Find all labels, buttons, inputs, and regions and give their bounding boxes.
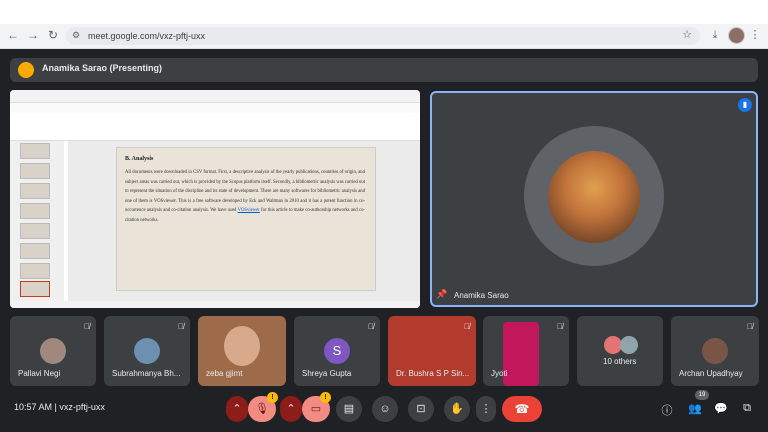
presenting-label: Anamika Sarao (Presenting) <box>42 63 163 73</box>
audio-options-button[interactable]: ⌃ <box>226 396 248 422</box>
mic-off-icon: 🎙̸ <box>84 322 90 331</box>
mic-off-icon: 🎙̸ <box>464 322 470 331</box>
people-icon[interactable]: 👥 <box>688 402 702 415</box>
participant-name: Shreya Gupta <box>302 369 352 378</box>
slide-thumbnail <box>20 223 50 239</box>
chevron-up-icon: ⌃ <box>286 403 296 415</box>
raise-hand-button[interactable]: ✋ <box>444 396 470 422</box>
slide-thumbnail <box>20 243 50 259</box>
current-slide: B. Analysis All documents were downloade… <box>116 147 376 291</box>
captions-icon: ▤ <box>343 403 355 415</box>
slide-thumbnail <box>20 263 50 279</box>
slide-thumbnail <box>20 203 50 219</box>
others-tile[interactable]: 10 others <box>577 316 663 386</box>
chat-icon[interactable]: 💬 <box>714 402 728 415</box>
others-count: 10 others <box>603 357 637 366</box>
pin-icon[interactable]: 📌 <box>436 289 447 300</box>
slide-thumbnails <box>10 141 64 301</box>
participant-name: Jyoti <box>491 369 508 378</box>
participant-name: Dr. Bushra S P Sin... <box>396 369 470 378</box>
captions-button[interactable]: ▤ <box>336 396 362 422</box>
slide-canvas: B. Analysis All documents were downloade… <box>68 141 420 301</box>
browser-tabstrip <box>0 0 768 24</box>
mic-off-icon: 🎙̸ <box>747 322 753 331</box>
participant-tile[interactable]: 🎙̸ Subrahmanya Bh... <box>104 316 190 386</box>
url-text: meet.google.com/vxz-pftj-uxx <box>88 31 206 41</box>
hand-icon: ✋ <box>450 403 464 415</box>
activities-icon[interactable]: ⧉ <box>740 402 754 415</box>
emoji-icon: ☺ <box>379 403 391 415</box>
shared-screen[interactable]: B. Analysis All documents were downloade… <box>10 90 420 308</box>
mic-off-icon: 🎙 <box>255 403 269 415</box>
camera-off-icon: ▭ <box>310 403 322 415</box>
presenting-banner: Anamika Sarao (Presenting) <box>10 58 758 82</box>
present-icon: ⊡ <box>416 403 426 415</box>
slide-thumbnail-active <box>20 281 50 297</box>
leave-call-button[interactable]: ☎ <box>502 396 542 422</box>
participant-video <box>224 326 260 366</box>
powerpoint-toolbar <box>10 114 420 141</box>
mic-off-icon: 🎙̸ <box>368 322 374 331</box>
speaker-name: Anamika Sarao <box>454 291 509 300</box>
control-bar: 10:57 AM | vxz-pftj-uxx ⌃ 🎙 ! ⌃ ▭ ! ▤ ☺ … <box>0 392 768 432</box>
meeting-time: 10:57 AM | vxz-pftj-uxx <box>14 402 105 412</box>
participant-tile[interactable]: 🎙̸ Pallavi Negi <box>10 316 96 386</box>
participant-video-tile[interactable]: 🎙̸ Dr. Bushra S P Sin... <box>388 316 476 386</box>
avatar <box>702 338 728 364</box>
bookmark-star-icon[interactable]: ☆ <box>680 28 694 42</box>
avatar <box>620 336 638 354</box>
avatar-letter: S <box>324 338 350 364</box>
browser-menu-icon[interactable]: ⋮ <box>748 28 762 42</box>
slide-body-part1: All documents were downloaded in CSV for… <box>125 170 365 214</box>
mic-off-icon: 🎙̸ <box>178 322 184 331</box>
slide-thumbnail <box>20 163 50 179</box>
slide-thumbnail <box>20 183 50 199</box>
info-icon[interactable]: ⓘ <box>660 402 674 418</box>
forward-icon[interactable]: → <box>26 28 40 42</box>
more-options-button[interactable]: ⋮ <box>476 396 496 422</box>
address-bar[interactable]: ⚙ meet.google.com/vxz-pftj-uxx <box>66 27 700 45</box>
avatar <box>134 338 160 364</box>
participant-name: Pallavi Negi <box>18 369 61 378</box>
clock: 10:57 AM <box>14 402 53 412</box>
participant-name: Archan Upadhyay <box>679 369 743 378</box>
profile-avatar[interactable] <box>728 27 745 44</box>
slide-thumbnail <box>20 143 50 159</box>
more-vert-icon: ⋮ <box>480 403 492 415</box>
slide-body-text: All documents were downloaded in CSV for… <box>125 168 365 226</box>
participant-name: zeba gjimt <box>206 369 243 378</box>
mic-off-icon: 🎙̸ <box>557 322 563 331</box>
chevron-up-icon: ⌃ <box>232 403 242 415</box>
powerpoint-statusbar <box>10 301 420 308</box>
reload-icon[interactable]: ↻ <box>46 28 60 42</box>
call-end-icon: ☎ <box>514 402 530 416</box>
participant-name: Subrahmanya Bh... <box>112 369 181 378</box>
separator: | <box>54 402 57 412</box>
warning-badge: ! <box>267 392 278 403</box>
avatar <box>40 338 66 364</box>
people-count-badge: 19 <box>695 390 709 400</box>
back-icon[interactable]: ← <box>6 28 20 42</box>
site-info-icon[interactable]: ⚙ <box>72 30 80 41</box>
warning-badge: ! <box>320 392 331 403</box>
participant-tile[interactable]: 🎙̸ S Shreya Gupta <box>294 316 380 386</box>
present-button[interactable]: ⊡ <box>408 396 434 422</box>
slide-heading: B. Analysis <box>125 156 154 162</box>
powerpoint-ribbon-tabs <box>10 103 420 113</box>
download-icon[interactable]: ⤓ <box>708 28 722 42</box>
reactions-button[interactable]: ☺ <box>372 396 398 422</box>
participant-tile[interactable]: 🎙̸ Jyoti <box>483 316 569 386</box>
participant-video <box>503 322 539 386</box>
presenter-avatar <box>18 62 34 78</box>
meeting-code: vxz-pftj-uxx <box>59 402 105 412</box>
speaker-avatar <box>548 151 640 243</box>
powerpoint-titlebar <box>10 90 420 103</box>
slide-body-link: VOSviewer <box>237 208 260 214</box>
speaker-tile[interactable]: ▮ 📌 Anamika Sarao <box>430 91 758 307</box>
speaking-indicator-icon: ▮ <box>738 98 752 112</box>
participant-video-tile[interactable]: zeba gjimt <box>198 316 286 386</box>
participant-tile[interactable]: 🎙̸ Archan Upadhyay <box>671 316 759 386</box>
video-options-button[interactable]: ⌃ <box>280 396 302 422</box>
